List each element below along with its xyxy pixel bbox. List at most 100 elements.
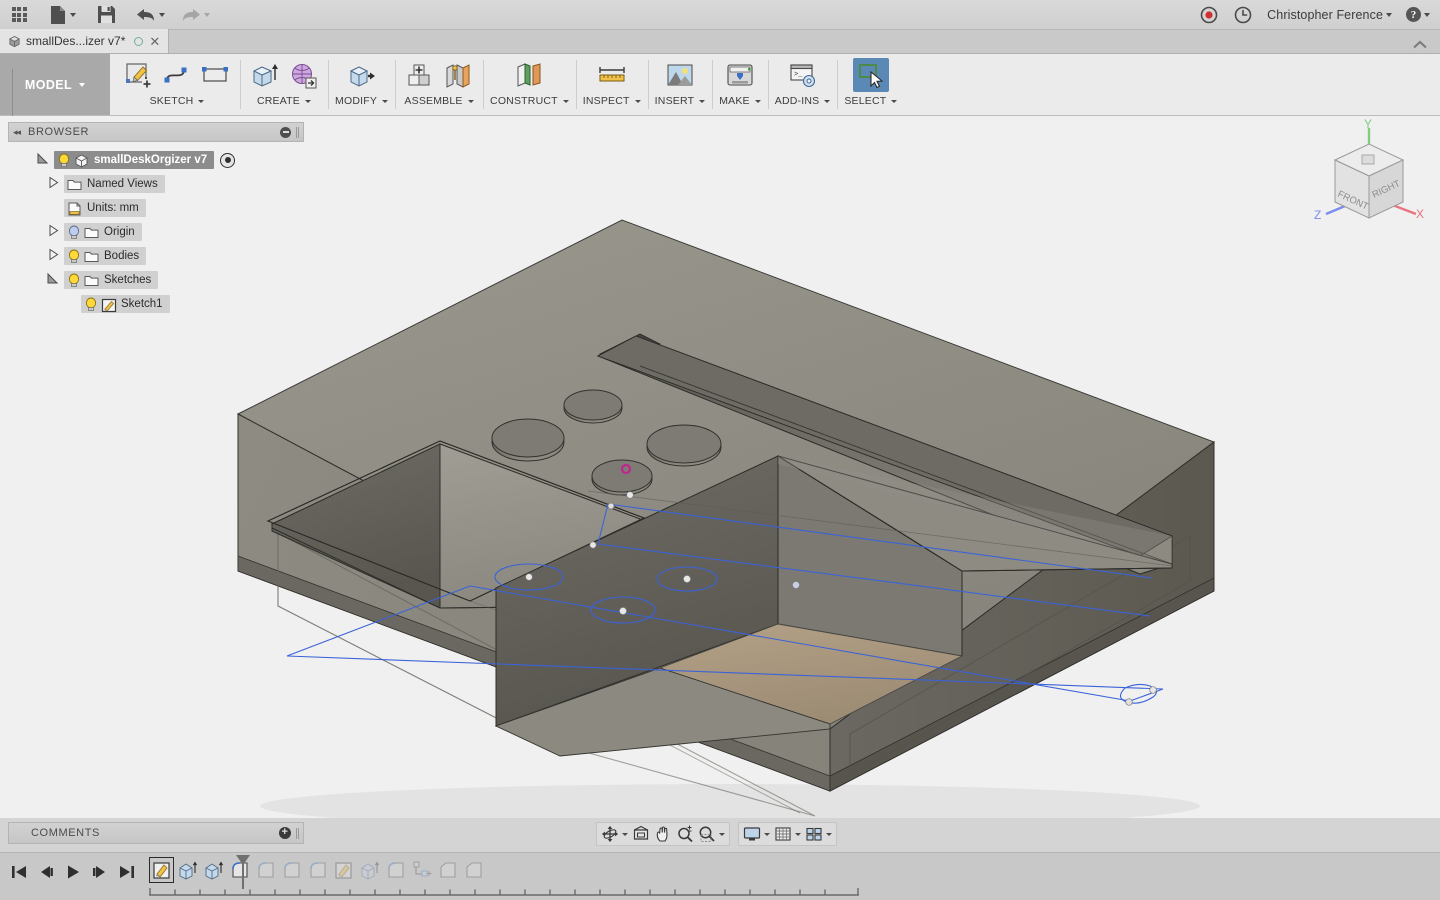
light-bulb-icon[interactable] [67,249,81,264]
grid-snaps-button[interactable] [772,823,803,845]
timeline-feature-extrude2[interactable] [202,858,225,882]
expand-toggle[interactable] [46,272,59,288]
shell-icon [439,861,456,878]
tree-item-content[interactable]: Named Views [64,175,165,193]
scripts-addins-button[interactable]: >_ [785,58,821,92]
extrude-button[interactable] [247,58,283,92]
tree-row-origin[interactable]: Origin [8,222,304,242]
user-account-menu[interactable]: Christopher Ference [1265,3,1394,27]
tree-item-content[interactable]: Units: mm [64,199,146,217]
tree-row-sketch1[interactable]: Sketch1 [8,294,304,314]
expand-toggle[interactable] [48,224,59,240]
light-bulb-icon[interactable] [84,297,98,312]
close-icon[interactable]: ✕ [149,35,160,48]
expand-toggle[interactable] [48,176,59,192]
fillet-icon [387,861,404,878]
tree-item-content[interactable]: smallDeskOrgizer v7 [54,151,215,169]
offset-plane-button[interactable] [511,58,547,92]
tree-row-units[interactable]: Units: mm [8,198,304,218]
pan-button[interactable] [652,823,674,845]
job-status-button[interactable] [1231,3,1255,27]
display-settings-button[interactable] [741,823,772,845]
zoom-button[interactable] [674,823,696,845]
ribbon-group-make: MAKE [712,54,768,115]
expand-toggle[interactable] [48,248,59,264]
press-pull-button[interactable] [344,58,380,92]
file-button[interactable] [47,3,78,27]
timeline-feature-fillet3[interactable] [280,858,303,882]
go-to-beginning-button[interactable] [6,861,31,883]
step-forward-button[interactable] [87,861,112,883]
insert-image-button[interactable] [662,58,698,92]
add-comment-button[interactable]: + [279,827,291,839]
measure-button[interactable] [594,58,630,92]
joint-button[interactable] [440,58,476,92]
redo-button[interactable] [179,3,212,27]
workspace-selector[interactable]: MODEL [0,54,110,133]
tree-item-content[interactable]: Bodies [64,247,147,265]
timeline-track[interactable] [144,855,864,897]
timeline-feature-fillet2[interactable] [254,858,277,882]
step-back-button[interactable] [33,861,58,883]
timeline-feature-sketch2[interactable] [332,858,355,882]
save-button[interactable] [94,3,118,27]
comments-panel-header[interactable]: COMMENTS + [8,822,304,844]
go-to-end-button[interactable] [114,861,139,883]
ribbon-group-select-label[interactable]: SELECT [844,95,898,107]
mesh-button[interactable] [285,58,321,92]
zoom-window-button[interactable] [696,823,727,845]
timeline-feature-fillet5[interactable] [384,858,407,882]
grip-handle[interactable] [296,126,299,138]
tree-row-named-views[interactable]: Named Views [8,174,304,194]
browser-minimize-button[interactable] [280,126,291,138]
3d-print-button[interactable] [722,58,758,92]
app-grid-button[interactable] [7,3,31,27]
rectangle-button[interactable] [197,58,233,92]
grip-handle[interactable] [296,827,299,839]
timeline-feature-extrude3[interactable] [358,858,381,882]
light-bulb-icon[interactable] [67,273,81,288]
ribbon-group-modify-label[interactable]: MODIFY [335,95,389,107]
visibility-toggle-icon[interactable] [220,152,236,168]
ribbon-group-assemble-label[interactable]: ASSEMBLE [404,95,474,107]
ribbon-group-insert-label[interactable]: INSERT [655,95,706,107]
timeline-feature-shell1[interactable] [436,858,459,882]
expand-toggle[interactable] [36,152,49,168]
timeline-feature-shell2[interactable] [462,858,485,882]
spline-button[interactable] [159,58,195,92]
tree-row-sketches[interactable]: Sketches [8,270,304,290]
light-bulb-icon[interactable] [67,225,81,240]
new-component-button[interactable] [402,58,438,92]
look-at-button[interactable] [630,823,652,845]
document-tab[interactable]: smallDes...izer v7* ✕ [0,29,170,53]
record-button[interactable] [1197,3,1221,27]
create-sketch-button[interactable] [121,58,157,92]
help-menu-button[interactable]: ? [1404,3,1432,27]
timeline-feature-pattern1[interactable] [410,858,433,882]
select-button[interactable] [852,58,889,92]
view-cube[interactable]: Y X Z FRONT RIGHT [1304,118,1434,238]
ribbon-collapse-button[interactable] [1412,40,1440,53]
viewports-button[interactable] [803,823,834,845]
timeline-feature-sketch1[interactable] [149,857,174,883]
orbit-button[interactable] [599,823,630,845]
play-button[interactable] [60,861,85,883]
ribbon-group-addins-label[interactable]: ADD-INS [775,95,831,107]
ribbon-group-construct-label[interactable]: CONSTRUCT [490,95,569,107]
tree-row-root[interactable]: smallDeskOrgizer v7 [8,150,304,170]
ribbon-group-make-label[interactable]: MAKE [719,95,761,107]
light-bulb-icon[interactable] [57,153,71,168]
ribbon-group-create-label[interactable]: CREATE [257,95,311,107]
tree-item-content[interactable]: Sketches [64,271,159,289]
timeline-feature-extrude1[interactable] [176,858,199,882]
extrude-icon [252,64,278,87]
undo-button[interactable] [134,3,167,27]
tree-row-bodies[interactable]: Bodies [8,246,304,266]
tree-item-content[interactable]: Sketch1 [81,295,170,313]
browser-collapse-icon[interactable]: ◂◂ [13,127,21,138]
tree-item-content[interactable]: Origin [64,223,142,241]
chevron-down-icon [764,832,770,836]
timeline-feature-fillet4[interactable] [306,858,329,882]
ribbon-group-sketch-label[interactable]: SKETCH [150,95,205,107]
ribbon-group-inspect-label[interactable]: INSPECT [583,95,641,107]
